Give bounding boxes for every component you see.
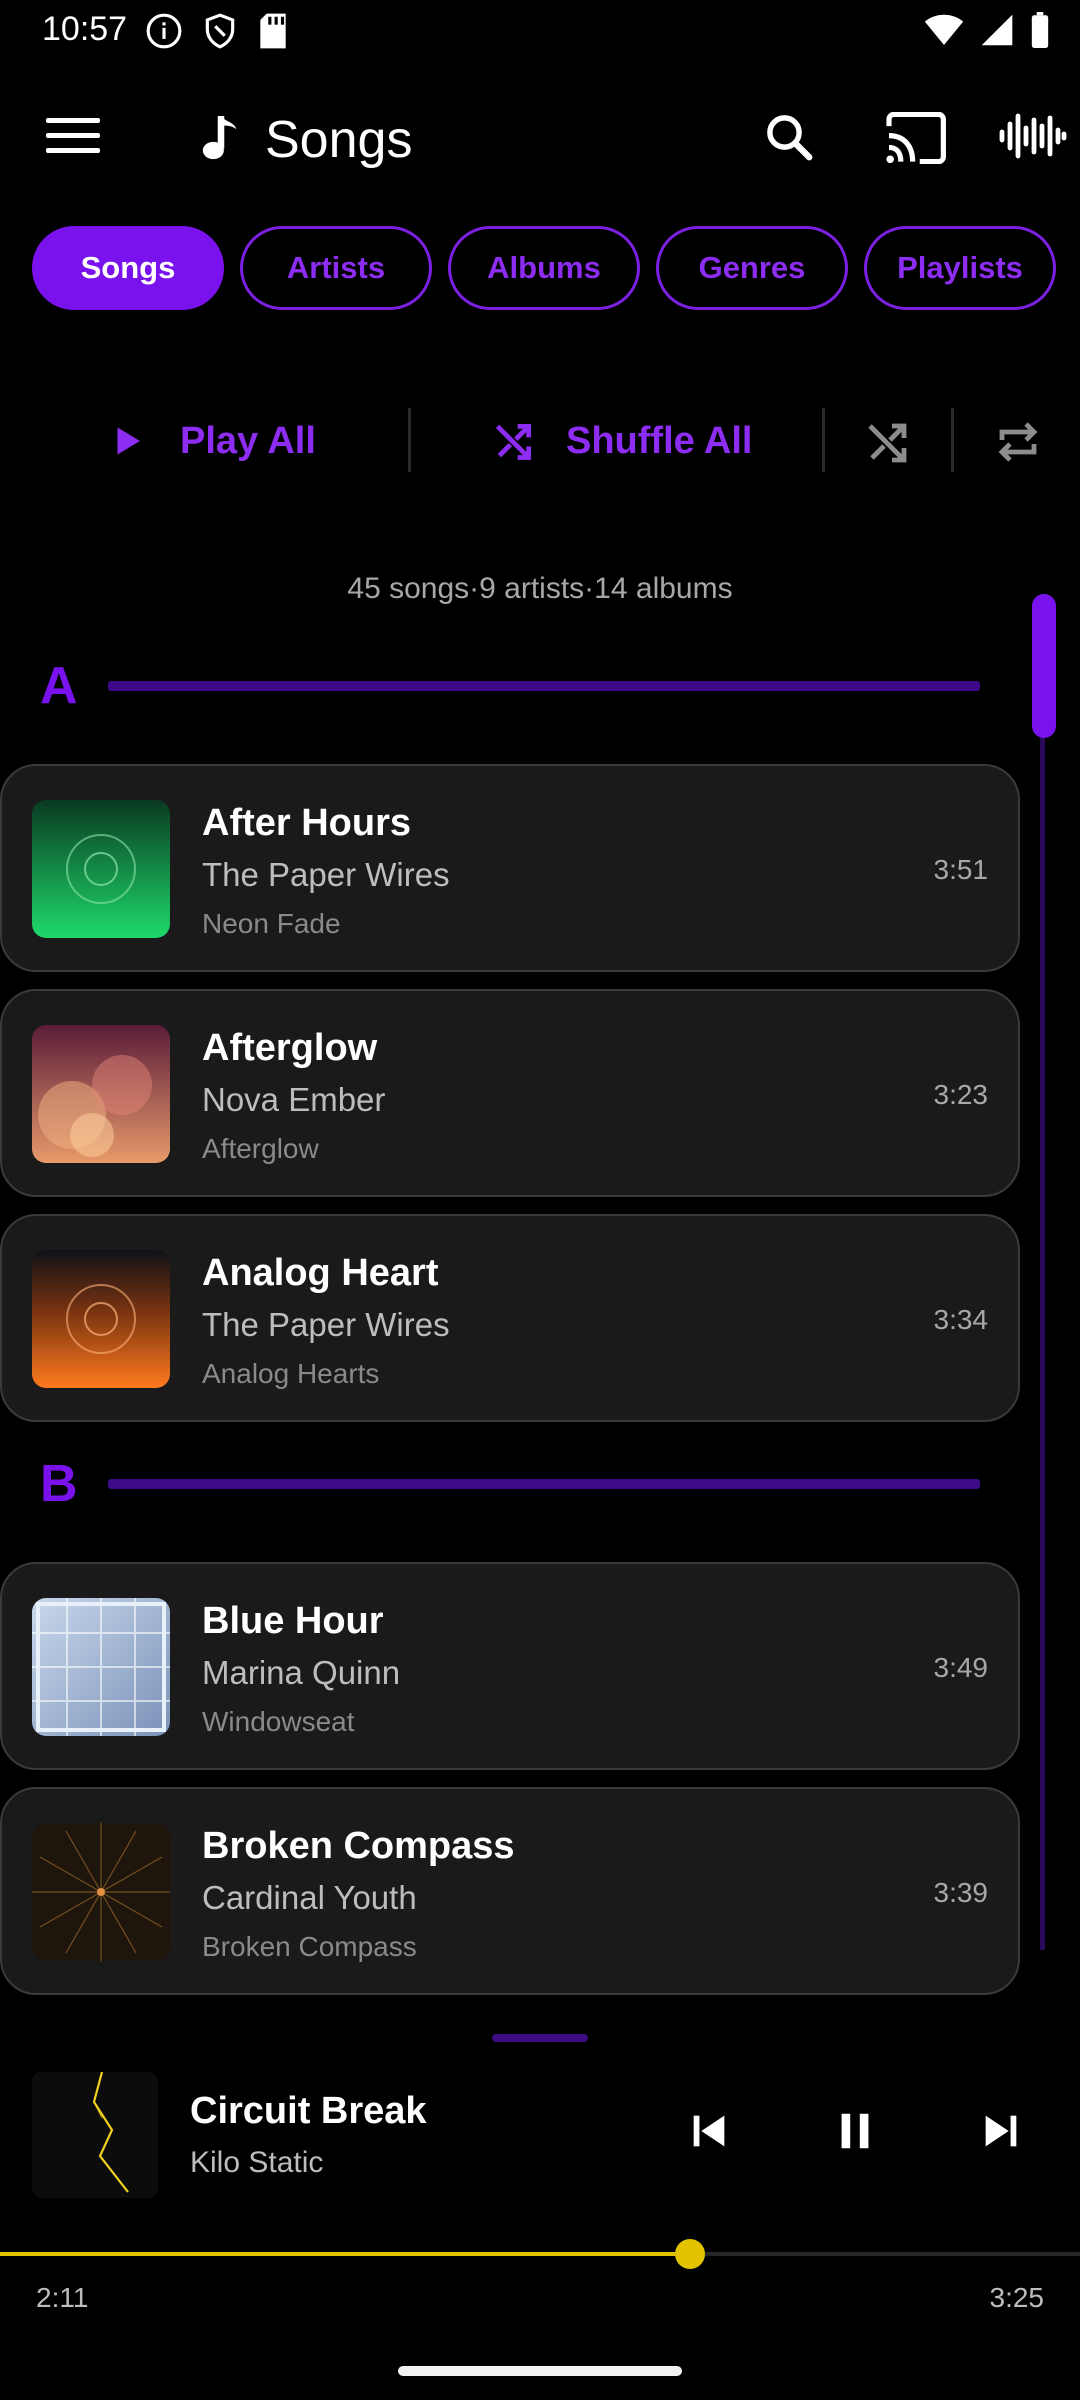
search-icon[interactable] — [762, 110, 816, 164]
playback-progress[interactable] — [0, 2239, 1080, 2269]
play-all-label: Play All — [180, 419, 316, 462]
elapsed-time: 2:11 — [36, 2282, 89, 2313]
tab-genres[interactable]: Genres — [656, 226, 848, 310]
tab-artists[interactable]: Artists — [240, 226, 432, 310]
menu-icon[interactable] — [46, 118, 100, 158]
previous-icon[interactable] — [686, 2108, 732, 2154]
song-artist: Nova Ember — [202, 1081, 386, 1118]
section-header-a: A — [40, 656, 980, 716]
song-row[interactable]: Blue Hour Marina Quinn Windowseat 3:49 — [0, 1562, 1020, 1770]
tab-playlists[interactable]: Playlists — [864, 226, 1056, 310]
now-playing-art[interactable] — [32, 2072, 158, 2198]
library-summary: 45 songs·9 artists·14 albums — [347, 572, 733, 605]
section-letter: B — [40, 1455, 78, 1513]
play-icon — [117, 427, 140, 455]
album-art — [32, 1250, 170, 1388]
song-title: Analog Heart — [202, 1252, 439, 1294]
song-artist: Cardinal Youth — [202, 1879, 417, 1916]
progress-fill — [0, 2252, 691, 2256]
status-time: 10:57 — [42, 10, 128, 48]
waveform-icon[interactable] — [998, 112, 1068, 160]
song-title: Broken Compass — [202, 1825, 515, 1867]
song-album: Neon Fade — [202, 908, 341, 939]
song-album: Broken Compass — [202, 1931, 417, 1962]
shield-icon — [205, 13, 235, 49]
divider — [951, 408, 954, 472]
divider — [408, 408, 411, 472]
album-art — [32, 800, 170, 938]
section-header-b: B — [40, 1454, 980, 1514]
section-divider — [108, 681, 980, 691]
battery-icon — [1031, 12, 1049, 48]
wifi-icon — [924, 14, 964, 45]
song-title: After Hours — [202, 802, 412, 844]
repeat-icon[interactable] — [993, 418, 1043, 466]
tab-songs[interactable]: Songs — [32, 226, 224, 310]
song-album: Afterglow — [202, 1133, 319, 1164]
song-artist: The Paper Wires — [202, 856, 450, 893]
progress-thumb[interactable] — [675, 2239, 706, 2269]
song-row[interactable]: Broken Compass Cardinal Youth Broken Com… — [0, 1787, 1020, 1995]
action-row: Play All Shuffle All — [0, 400, 1080, 482]
song-title: Blue Hour — [202, 1600, 384, 1642]
shuffle-all-button[interactable]: Shuffle All — [492, 400, 752, 482]
page-title: Songs — [265, 111, 413, 169]
song-row[interactable]: Afterglow Nova Ember Afterglow 3:23 — [0, 989, 1020, 1197]
song-artist: The Paper Wires — [202, 1306, 450, 1343]
cast-icon[interactable] — [884, 112, 946, 164]
song-row[interactable]: Analog Heart The Paper Wires Analog Hear… — [0, 1214, 1020, 1422]
shuffle-all-label: Shuffle All — [566, 419, 753, 462]
song-album: Windowseat — [202, 1706, 355, 1737]
album-art — [32, 1823, 170, 1961]
now-playing-title[interactable]: Circuit Break — [190, 2090, 427, 2133]
song-duration: 3:23 — [933, 1079, 989, 1110]
divider — [822, 408, 825, 472]
now-playing-artist[interactable]: Kilo Static — [190, 2146, 323, 2180]
tab-albums[interactable]: Albums — [448, 226, 640, 310]
status-bar: 10:57 — [0, 0, 1080, 64]
section-divider — [108, 1479, 980, 1489]
song-duration: 3:51 — [933, 854, 989, 885]
shuffle-toggle-icon[interactable] — [864, 418, 912, 466]
song-duration: 3:39 — [933, 1877, 989, 1908]
song-duration: 3:49 — [933, 1652, 989, 1683]
sd-card-icon — [260, 13, 286, 49]
signal-icon — [981, 14, 1013, 46]
music-note-icon — [202, 116, 237, 160]
player-drag-handle[interactable] — [492, 2034, 588, 2042]
song-album: Analog Hearts — [202, 1358, 380, 1389]
album-art — [32, 1025, 170, 1163]
shuffle-icon — [495, 423, 532, 460]
play-all-button[interactable]: Play All — [110, 400, 316, 482]
song-title: Afterglow — [202, 1027, 378, 1069]
song-row[interactable]: After Hours The Paper Wires Neon Fade 3:… — [0, 764, 1020, 972]
category-tabs: Songs Artists Albums Genres Playlists — [32, 226, 1056, 310]
home-indicator[interactable] — [398, 2366, 682, 2376]
album-art — [32, 1598, 170, 1736]
song-duration: 3:34 — [933, 1304, 989, 1335]
info-icon — [146, 13, 182, 49]
scrollbar-thumb[interactable] — [1032, 594, 1056, 738]
song-artist: Marina Quinn — [202, 1654, 401, 1691]
scrollbar-track[interactable] — [1040, 594, 1045, 1950]
section-letter: A — [40, 657, 78, 715]
next-icon[interactable] — [978, 2108, 1024, 2154]
total-time: 3:25 — [989, 2282, 1045, 2313]
pause-icon[interactable] — [832, 2108, 878, 2154]
top-app-bar: Songs — [0, 90, 1080, 180]
